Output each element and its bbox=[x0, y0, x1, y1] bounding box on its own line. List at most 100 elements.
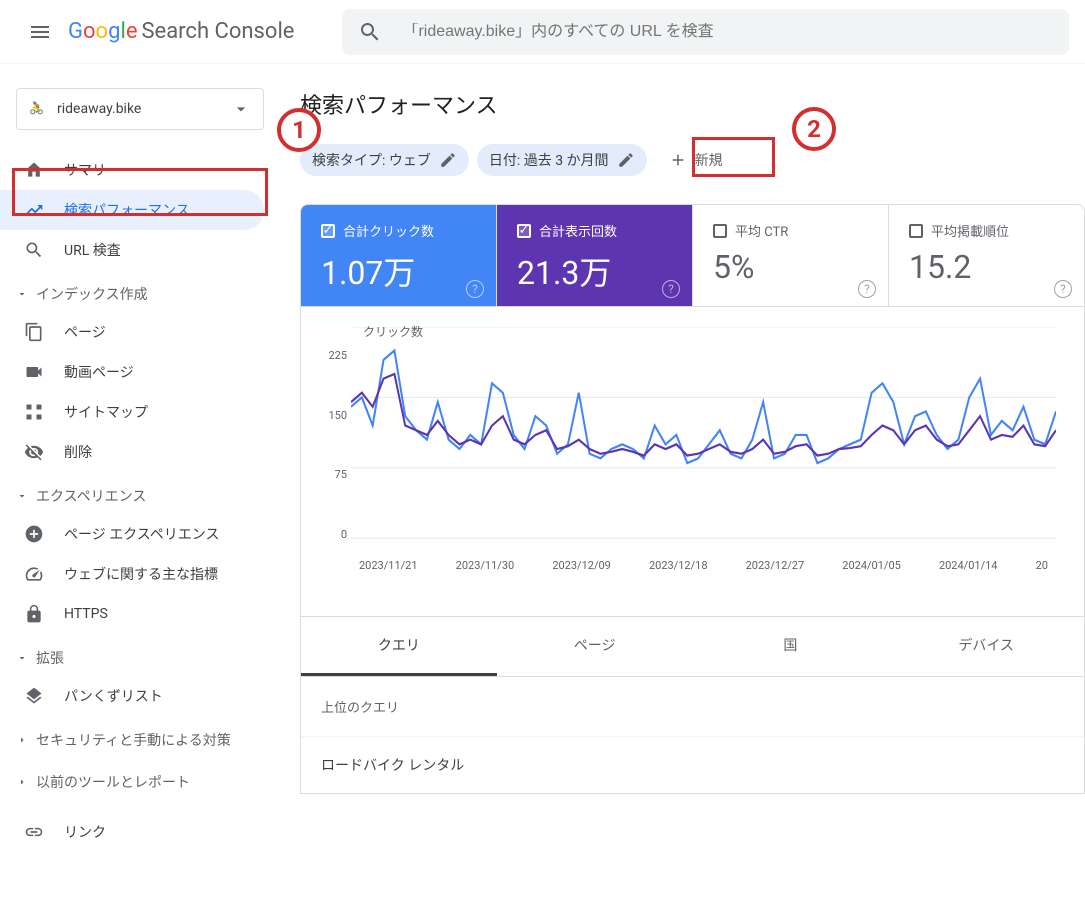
checkbox-unchecked-icon bbox=[713, 224, 727, 238]
property-selector[interactable]: 🚴 rideaway.bike bbox=[16, 88, 264, 130]
chip-date[interactable]: 日付: 過去 3 か月間 bbox=[477, 144, 647, 176]
chip-label: 新規 bbox=[695, 150, 723, 170]
tab-device[interactable]: デバイス bbox=[888, 617, 1084, 676]
checkbox-checked-icon: ✓ bbox=[321, 224, 335, 238]
nav-label: URL 検査 bbox=[64, 240, 121, 260]
caret-icon bbox=[16, 776, 28, 788]
hamburger-menu[interactable] bbox=[16, 8, 64, 56]
nav-label: 検索パフォーマンス bbox=[64, 200, 190, 220]
nav-removals[interactable]: 削除 bbox=[0, 432, 264, 472]
nav-video-pages[interactable]: 動画ページ bbox=[0, 352, 264, 392]
main-content: 検索パフォーマンス 検索タイプ: ウェブ 日付: 過去 3 か月間 新規 ✓合計… bbox=[280, 64, 1085, 900]
metric-impressions[interactable]: ✓合計表示回数21.3万? bbox=[497, 205, 693, 306]
metric-label: 平均掲載順位 bbox=[931, 221, 1009, 240]
xtick: 2023/12/09 bbox=[552, 559, 611, 572]
caret-icon bbox=[16, 288, 28, 300]
url-inspect-search[interactable] bbox=[342, 9, 1069, 55]
tab-page[interactable]: ページ bbox=[497, 617, 693, 676]
tab-country[interactable]: 国 bbox=[693, 617, 889, 676]
section-enhancements[interactable]: 拡張 bbox=[0, 634, 280, 676]
logo[interactable]: Google Search Console bbox=[68, 19, 294, 44]
checkbox-checked-icon: ✓ bbox=[517, 224, 531, 238]
nav-pages[interactable]: ページ bbox=[0, 312, 264, 352]
tab-query[interactable]: クエリ bbox=[301, 617, 497, 676]
property-favicon: 🚴 bbox=[29, 101, 45, 117]
section-label: セキュリティと手動による対策 bbox=[36, 730, 231, 750]
nav-links[interactable]: リンク bbox=[0, 812, 264, 852]
nav-label: ウェブに関する主な指標 bbox=[64, 564, 218, 584]
metric-value: 15.2 bbox=[909, 248, 1064, 286]
nav-label: リンク bbox=[64, 822, 106, 842]
chip-label: 日付: 過去 3 か月間 bbox=[489, 150, 609, 170]
chart-yticks: 225 150 75 0 bbox=[319, 349, 347, 541]
nav-sitemaps[interactable]: サイトマップ bbox=[0, 392, 264, 432]
nav-page-experience[interactable]: ページ エクスペリエンス bbox=[0, 514, 264, 554]
help-icon[interactable]: ? bbox=[466, 280, 484, 298]
metric-position[interactable]: 平均掲載順位 15.2? bbox=[889, 205, 1084, 306]
xtick: 2023/11/30 bbox=[456, 559, 515, 572]
section-label: エクスペリエンス bbox=[36, 486, 146, 506]
section-label: 拡張 bbox=[36, 648, 64, 668]
plus-icon bbox=[669, 151, 687, 169]
metric-label: 平均 CTR bbox=[735, 221, 788, 240]
edit-icon bbox=[439, 151, 457, 169]
video-icon bbox=[24, 362, 44, 382]
metric-ctr[interactable]: 平均 CTR5%? bbox=[693, 205, 889, 306]
layers-icon bbox=[24, 686, 44, 706]
search-input[interactable] bbox=[402, 23, 1053, 41]
nav-label: 動画ページ bbox=[64, 362, 134, 382]
ytick: 225 bbox=[319, 349, 347, 362]
speed-icon bbox=[24, 564, 44, 584]
nav-label: HTTPS bbox=[64, 606, 108, 622]
help-icon[interactable]: ? bbox=[858, 280, 876, 298]
metric-label: 合計表示回数 bbox=[539, 221, 617, 240]
xtick: 2024/01/05 bbox=[842, 559, 901, 572]
menu-icon bbox=[28, 20, 52, 44]
nav-label: 削除 bbox=[64, 442, 92, 462]
nav-label: ページ エクスペリエンス bbox=[64, 524, 220, 544]
metric-value: 1.07万 bbox=[321, 248, 476, 294]
google-logo: Google bbox=[68, 19, 137, 44]
section-experience[interactable]: エクスペリエンス bbox=[0, 472, 280, 514]
sitemap-icon bbox=[24, 402, 44, 422]
query-row[interactable]: ロードバイク レンタル bbox=[301, 737, 1084, 793]
caret-down-icon bbox=[231, 99, 251, 119]
annotation-2: 2 bbox=[792, 107, 836, 151]
section-label: インデックス作成 bbox=[36, 284, 148, 304]
xtick: 20 bbox=[1036, 559, 1048, 572]
chip-new[interactable]: 新規 bbox=[655, 144, 737, 176]
query-table-header: 上位のクエリ bbox=[301, 677, 1084, 737]
nav-label: サマリー bbox=[64, 160, 120, 180]
nav-performance[interactable]: 検索パフォーマンス bbox=[0, 190, 264, 230]
section-legacy[interactable]: 以前のツールとレポート bbox=[0, 758, 280, 800]
chip-label: 検索タイプ: ウェブ bbox=[312, 150, 431, 170]
sidebar: 🚴 rideaway.bike サマリー 検索パフォーマンス URL 検査 イン… bbox=[0, 64, 280, 900]
section-security[interactable]: セキュリティと手動による対策 bbox=[0, 716, 280, 758]
dimension-tabs: クエリ ページ 国 デバイス bbox=[300, 617, 1085, 677]
search-icon bbox=[358, 20, 382, 44]
filter-row: 検索タイプ: ウェブ 日付: 過去 3 か月間 新規 bbox=[300, 144, 1085, 176]
performance-chart: クリック数 225 150 75 0 2023/11/21 2023/11/30… bbox=[300, 307, 1085, 617]
ytick: 0 bbox=[319, 528, 347, 541]
lock-icon bbox=[24, 604, 44, 624]
section-indexing[interactable]: インデックス作成 bbox=[0, 270, 280, 312]
nav-breadcrumbs[interactable]: パンくずリスト bbox=[0, 676, 264, 716]
nav-summary[interactable]: サマリー bbox=[0, 150, 264, 190]
nav-https[interactable]: HTTPS bbox=[0, 594, 264, 634]
product-name: Search Console bbox=[141, 19, 294, 44]
metric-clicks[interactable]: ✓合計クリック数1.07万? bbox=[301, 205, 497, 306]
chart-xlabels: 2023/11/21 2023/11/30 2023/12/09 2023/12… bbox=[351, 559, 1056, 572]
app-header: Google Search Console bbox=[0, 0, 1085, 64]
help-icon[interactable]: ? bbox=[1054, 280, 1072, 298]
metrics-row: ✓合計クリック数1.07万? ✓合計表示回数21.3万? 平均 CTR5%? 平… bbox=[300, 204, 1085, 307]
home-icon bbox=[24, 160, 44, 180]
nav-cwv[interactable]: ウェブに関する主な指標 bbox=[0, 554, 264, 594]
chip-search-type[interactable]: 検索タイプ: ウェブ bbox=[300, 144, 469, 176]
chart-svg bbox=[351, 327, 1056, 547]
help-icon[interactable]: ? bbox=[662, 280, 680, 298]
ytick: 75 bbox=[319, 468, 347, 481]
chart-ylabel: クリック数 bbox=[363, 323, 423, 340]
nav-url-inspect[interactable]: URL 検査 bbox=[0, 230, 264, 270]
nav-label: ページ bbox=[64, 322, 106, 342]
annotation-1: 1 bbox=[277, 108, 321, 152]
